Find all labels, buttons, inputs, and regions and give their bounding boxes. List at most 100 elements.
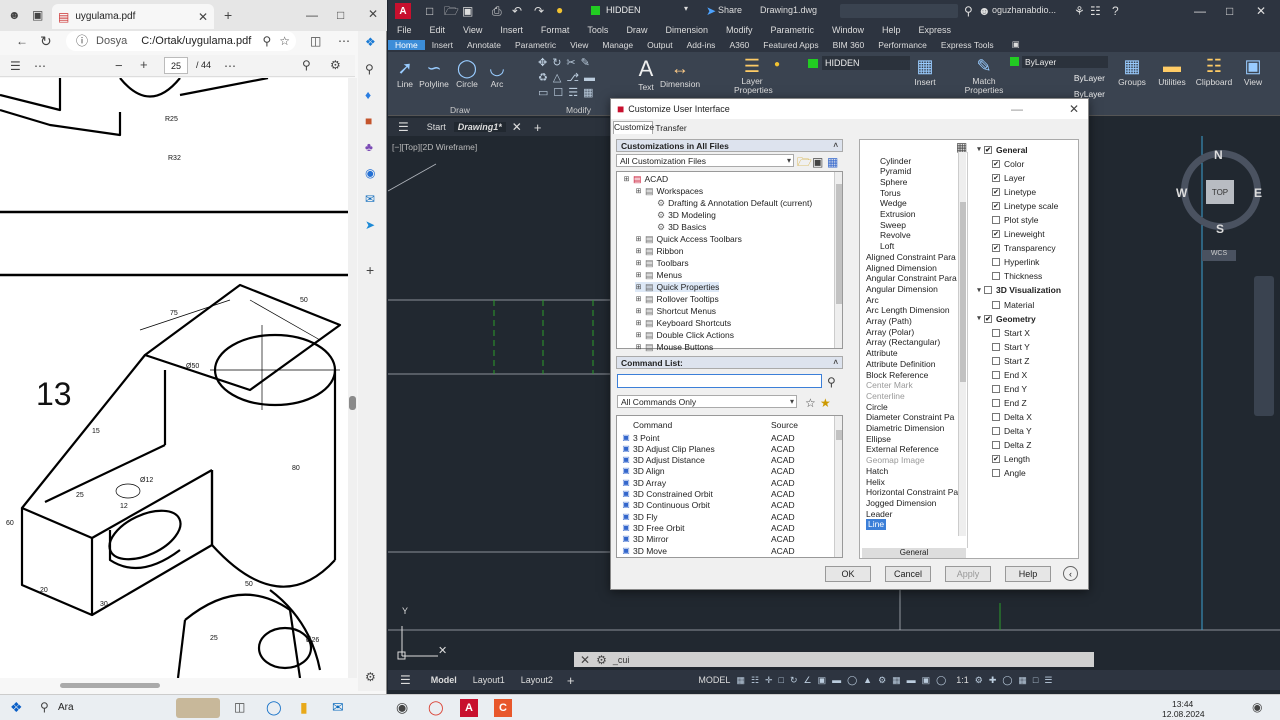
checked-box-icon[interactable]: ✔ (984, 145, 992, 154)
cust-tree-scroll-thumb[interactable] (836, 184, 842, 304)
undo-icon[interactable]: ↶ (512, 5, 522, 17)
expand-icon[interactable]: ⊞ (635, 344, 642, 351)
layer-dropdown-icon[interactable]: ▾ (684, 5, 688, 13)
pdf-hscroll-thumb[interactable] (60, 683, 160, 688)
media-taskbar-icon[interactable]: ◉ (396, 700, 408, 714)
command-row[interactable]: ▣ 3D Continuous Orbit ACAD (621, 500, 831, 511)
tools-icon[interactable]: ■ (365, 115, 372, 127)
cart-icon[interactable]: ☷ (1090, 5, 1101, 17)
tab-layout2[interactable]: Layout2 (513, 675, 561, 685)
wcs-menu[interactable]: WCS (1202, 250, 1236, 261)
tree-node[interactable]: ⊞ ▤ Double Click Actions (635, 330, 734, 340)
object-type-item[interactable]: External Reference (866, 444, 939, 455)
dimension-tool[interactable]: ↔ Dimension (660, 58, 700, 89)
object-type-item[interactable]: Horizontal Constraint Pa (866, 487, 958, 498)
send-icon[interactable]: ➤ (365, 219, 375, 231)
games-icon[interactable]: ♣ (365, 141, 373, 153)
minimize-icon[interactable]: — (306, 9, 318, 21)
object-type-item[interactable]: Pyramid (880, 166, 911, 177)
contents-icon[interactable]: ☰ (10, 60, 21, 72)
ribbon-tab-insert[interactable]: Insert (425, 40, 460, 50)
ribbon-layer-dropdown[interactable]: HIDDEN (822, 56, 910, 70)
expand-icon[interactable]: ⊞ (635, 272, 642, 279)
ribbon-tab-performance[interactable]: Performance (871, 40, 934, 50)
property-item[interactable]: End Z (992, 398, 1027, 409)
object-type-item[interactable]: Attribute Definition (866, 358, 935, 369)
expand-icon[interactable]: ⊞ (635, 284, 642, 291)
compass-west[interactable]: W (1176, 186, 1187, 200)
checked-box-icon[interactable]: ✔ (984, 314, 992, 323)
object-type-item[interactable]: Diameter Constraint Pa (866, 412, 954, 423)
tree-node[interactable]: ⊞ ▤ Rollover Tooltips (635, 294, 719, 304)
ribbon-tab-a360[interactable]: A360 (722, 40, 756, 50)
acad-minimize-icon[interactable]: — (1194, 5, 1206, 17)
more-icon[interactable]: ⋯ (338, 35, 350, 47)
checked-box-icon[interactable]: ✔ (992, 174, 1000, 182)
menu-view[interactable]: View (454, 25, 491, 35)
menu-help[interactable]: Help (873, 25, 910, 35)
help-icon[interactable]: ? (1112, 5, 1119, 17)
expand-icon[interactable]: ⊞ (635, 296, 642, 303)
tree-node[interactable]: ⊞ ▤ Toolbars (635, 258, 689, 268)
checkbox-icon[interactable] (992, 272, 1000, 280)
add-sidebar-icon[interactable]: + (366, 263, 374, 277)
utilities-panel[interactable]: ▬ Utilities (1154, 56, 1190, 87)
command-row[interactable]: ▣ 3D Mirror ACAD (621, 534, 831, 545)
layout-menu-icon[interactable]: ☰ (400, 674, 411, 686)
autocad-logo-icon[interactable]: A (395, 3, 411, 19)
ribbon-tab-parametric[interactable]: Parametric (508, 40, 563, 50)
pdf-settings-icon[interactable]: ⚙ (330, 59, 341, 71)
add-layout-icon[interactable]: + (567, 674, 575, 687)
linetype-dropdown[interactable]: ByLayer (1022, 72, 1108, 84)
menu-modify[interactable]: Modify (717, 25, 762, 35)
checkbox-icon[interactable] (992, 371, 1000, 379)
new-doc-icon[interactable]: + (534, 121, 542, 134)
property-item[interactable]: Thickness (992, 271, 1042, 282)
viewcube-top[interactable]: TOP (1206, 180, 1234, 204)
object-type-item[interactable]: Line (866, 518, 887, 530)
property-item[interactable]: ✔ Length (992, 454, 1030, 465)
collapse-dialog-icon[interactable]: ‹ (1063, 566, 1078, 581)
acad-close-icon[interactable]: ✕ (1256, 5, 1266, 17)
object-type-item[interactable]: Attribute (866, 348, 898, 359)
cmd-customize-icon[interactable]: ⚙ (596, 654, 607, 666)
checkbox-icon[interactable] (992, 413, 1000, 421)
checkbox-icon[interactable] (992, 385, 1000, 393)
open-cust-file-icon[interactable]: 🗁 (797, 156, 812, 168)
object-type-item[interactable]: Circle (866, 401, 888, 412)
property-item[interactable]: ✔ Linetype scale (992, 201, 1058, 212)
app-menu-icon[interactable]: ☰ (398, 121, 409, 133)
expand-icon[interactable]: ⊞ (623, 176, 630, 183)
edge-taskbar-icon[interactable]: ◯ (266, 700, 282, 714)
tab-model[interactable]: Model (423, 675, 465, 685)
checkbox-icon[interactable] (992, 441, 1000, 449)
compass-east[interactable]: E (1254, 186, 1262, 200)
cust-filter-select[interactable]: All Customization Files ▾ (616, 154, 794, 167)
command-filter-dropdown-icon[interactable]: ▾ (790, 397, 794, 406)
object-type-item[interactable]: Centerline (866, 390, 905, 401)
task-view-icon[interactable]: ◫ (234, 701, 245, 713)
autocad-user[interactable]: oguzhanabdio... (992, 5, 1056, 15)
checkbox-icon[interactable] (992, 399, 1000, 407)
command-row[interactable]: ▣ 3D Move ACAD (621, 545, 831, 556)
ribbon-tab-annotate[interactable]: Annotate (460, 40, 508, 50)
command-row[interactable]: ▣ 3 Point ACAD (621, 432, 831, 443)
menu-parametric[interactable]: Parametric (762, 25, 824, 35)
object-type-item[interactable]: Angular Dimension (866, 283, 938, 294)
checked-box-icon[interactable]: ✔ (992, 230, 1000, 238)
object-type-item[interactable]: Array (Polar) (866, 326, 914, 337)
taskbar-time[interactable]: 13:44 (1172, 699, 1193, 709)
property-item[interactable]: Hyperlink (992, 257, 1039, 268)
save-icon[interactable]: ▣ (462, 5, 473, 17)
close-doc-icon[interactable]: ✕ (512, 121, 522, 133)
tree-node[interactable]: ⊞ ▤ Menus (635, 270, 682, 280)
compass-north[interactable]: N (1214, 148, 1223, 162)
object-type-item[interactable]: Block Reference (866, 369, 928, 380)
redo-icon[interactable]: ↷ (534, 5, 544, 17)
group-collapse-icon[interactable]: ▾ (974, 315, 984, 322)
property-group[interactable]: ▾ 3D Visualization (974, 285, 1061, 296)
menu-dimension[interactable]: Dimension (656, 25, 717, 35)
tree-node[interactable]: ⊞ ▤ Workspaces (635, 186, 704, 196)
object-type-item[interactable]: Ellipse (866, 433, 891, 444)
cust-display-icon[interactable]: ▦ (827, 156, 838, 168)
